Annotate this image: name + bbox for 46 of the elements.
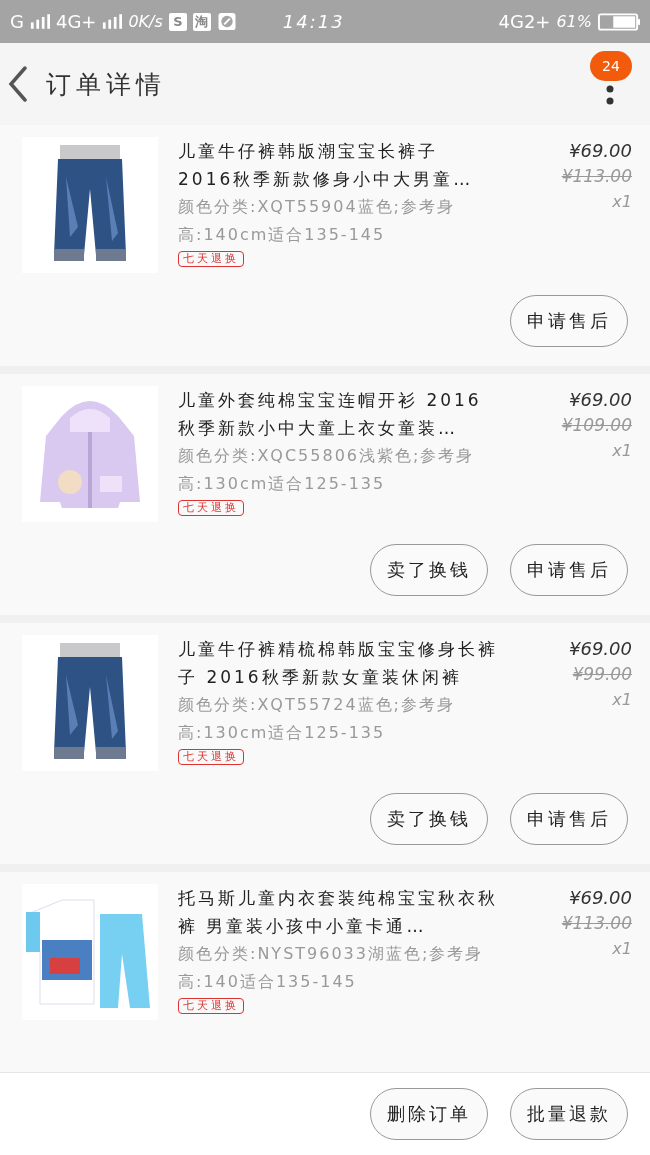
message-count-badge: 24 [590,51,632,81]
price: ¥69.00 [569,637,632,661]
return-policy-tag: 七天退换 [178,998,244,1014]
action-button[interactable]: 批量退款 [510,1088,628,1140]
product-spec: 颜色分类:NYST96033湖蓝色;参考身高:140适合135-145 [178,943,485,993]
more-icon[interactable] [606,83,614,105]
action-button[interactable]: 申请售后 [510,544,628,596]
return-policy-tag: 七天退换 [178,500,244,516]
original-price: ¥113.00 [561,912,632,934]
product-title[interactable]: 儿童外套纯棉宝宝连帽开衫 2016 秋季新款小中大童上衣女童装… [178,386,500,442]
back-icon[interactable] [8,66,28,102]
original-price: ¥113.00 [561,165,632,187]
battery-icon [598,12,640,31]
signal-icon [102,13,123,30]
notification-icon: 淘 [192,12,211,31]
signal-label: G [10,11,24,32]
signal-icon [29,13,50,30]
price: ¥69.00 [569,388,632,412]
action-button[interactable]: 卖了换钱 [370,793,488,845]
action-button[interactable]: 申请售后 [510,295,628,347]
notification-icon: S [168,12,187,31]
signal-label: 4G+ [55,11,97,32]
quantity: x1 [612,938,632,960]
network-speed: 0K/s [128,12,163,31]
return-policy-tag: 七天退换 [178,251,244,267]
clock: 14:13 [282,11,345,32]
quantity: x1 [612,689,632,711]
action-button[interactable]: 申请售后 [510,793,628,845]
product-spec: 颜色分类:XQT55904蓝色;参考身高:140cm适合135-145 [178,196,456,246]
quantity: x1 [612,440,632,462]
original-price: ¥99.00 [572,663,632,685]
action-button[interactable]: 删除订单 [370,1088,488,1140]
product-title[interactable]: 托马斯儿童内衣套装纯棉宝宝秋衣秋裤 男童装小孩中小童卡通… [178,884,500,940]
product-title[interactable]: 儿童牛仔裤精梳棉韩版宝宝修身长裤子 2016秋季新款女童装休闲裤 [178,635,500,691]
network-label: 4G2+ [498,11,551,32]
battery-percent: 61% [556,12,592,31]
quantity: x1 [612,191,632,213]
original-price: ¥109.00 [561,414,632,436]
price: ¥69.00 [569,139,632,163]
return-policy-tag: 七天退换 [178,749,244,765]
price: ¥69.00 [569,886,632,910]
product-spec: 颜色分类:XQC55806浅紫色;参考身高:130cm适合125-135 [178,445,476,495]
product-spec: 颜色分类:XQT55724蓝色;参考身高:130cm适合125-135 [178,694,456,744]
product-title[interactable]: 儿童牛仔裤韩版潮宝宝长裤子 2016秋季新款修身小中大男童… [178,137,500,193]
action-button[interactable]: 卖了换钱 [370,544,488,596]
page-title: 订单详情 [46,68,166,101]
